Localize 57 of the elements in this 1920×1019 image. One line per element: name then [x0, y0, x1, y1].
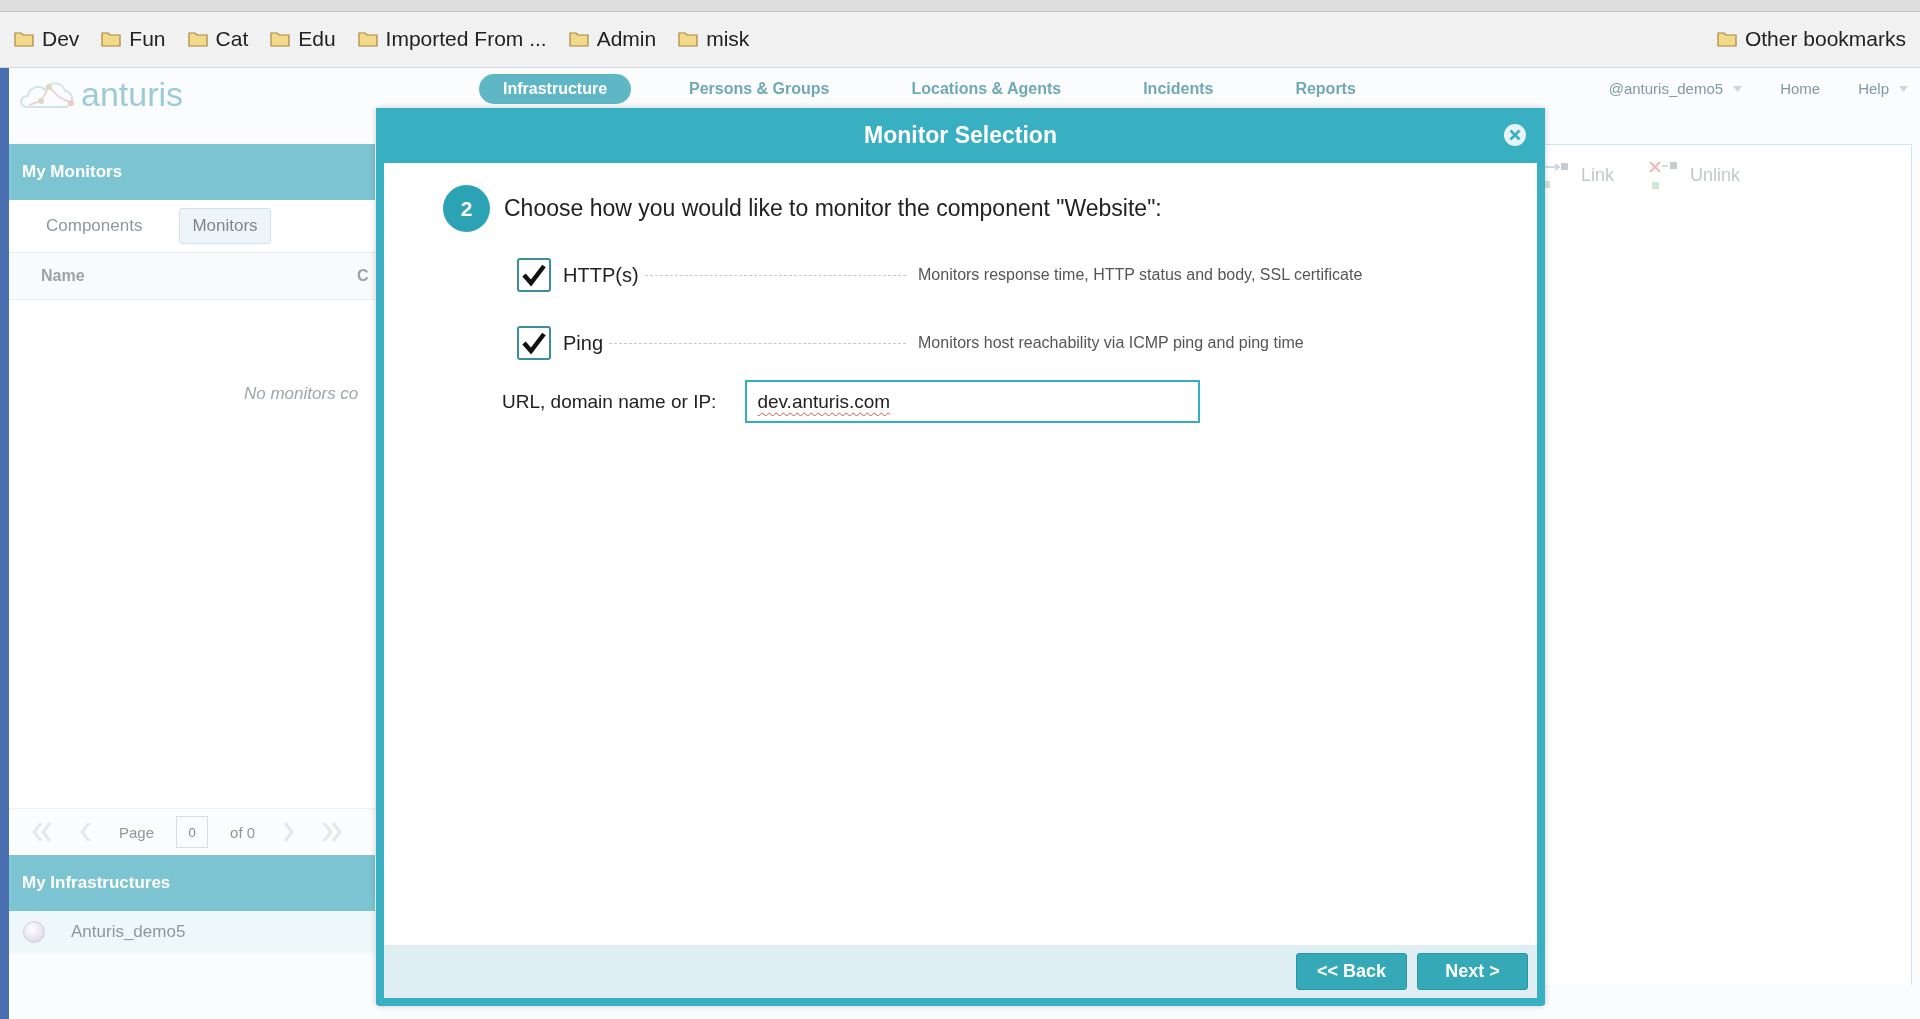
page-input[interactable]: 0: [176, 816, 209, 848]
caret-icon: [1899, 85, 1908, 92]
panel-tab[interactable]: Monitors: [179, 208, 271, 244]
link-icon: [1543, 161, 1569, 189]
folder-icon: [187, 31, 208, 47]
checkbox[interactable]: [517, 326, 551, 360]
dialog-prompt: Choose how you would like to monitor the component "Website":: [504, 195, 1162, 222]
folder-icon: [101, 31, 122, 47]
next-button[interactable]: Next >: [1417, 953, 1528, 990]
page-label: Page: [119, 823, 155, 841]
bookmark[interactable]: Cat: [187, 27, 249, 51]
bookmark[interactable]: Fun: [101, 27, 166, 51]
home-link[interactable]: Home: [1780, 80, 1821, 97]
nav-tab[interactable]: Locations & Agents: [887, 73, 1086, 104]
option-description: Monitors host reachability via ICMP ping and ping time: [918, 334, 1305, 352]
panel-header: My Monitors: [9, 144, 375, 200]
nav-tab[interactable]: Persons & Groups: [665, 73, 854, 104]
panel-header: My Infrastructures: [9, 855, 375, 911]
other-bookmarks[interactable]: Other bookmarks: [1716, 27, 1906, 51]
folder-icon: [568, 31, 589, 47]
option-label: Ping: [563, 331, 604, 355]
unlink-icon: [1648, 160, 1679, 190]
user-menu[interactable]: @anturis_demo5: [1608, 80, 1724, 97]
column-header[interactable]: C: [357, 267, 369, 285]
help-menu[interactable]: Help: [1858, 80, 1889, 97]
column-header[interactable]: Name: [41, 267, 357, 285]
folder-icon: [357, 31, 378, 47]
toolbar-button[interactable]: Link: [1543, 161, 1615, 189]
empty-message: No monitors co: [244, 384, 359, 405]
infrastructure-name: Anturis_demo5: [71, 922, 186, 942]
bookmark[interactable]: misk: [678, 27, 750, 51]
option-label: HTTP(s): [563, 263, 639, 287]
nav-tab[interactable]: Infrastructure: [479, 73, 632, 104]
bookmark[interactable]: Admin: [568, 27, 657, 51]
folder-icon: [14, 31, 34, 47]
infrastructure-row[interactable]: Anturis_demo5: [9, 911, 375, 953]
panel-tab[interactable]: Components: [33, 208, 156, 244]
dialog-title: Monitor Selection: [864, 122, 1057, 149]
bookmark[interactable]: Dev: [14, 27, 80, 51]
back-button[interactable]: << Back: [1296, 953, 1407, 990]
bookmark[interactable]: Edu: [270, 27, 336, 51]
url-input-field[interactable]: dev.anturis.com: [745, 380, 1201, 423]
checkbox[interactable]: [517, 258, 551, 292]
folder-icon: [678, 31, 699, 47]
folder-icon: [1716, 31, 1737, 47]
toolbar-button[interactable]: Unlink: [1648, 160, 1741, 190]
url-label: URL, domain name or IP:: [502, 390, 717, 413]
nav-tab[interactable]: Incidents: [1119, 73, 1238, 104]
caret-icon: [1733, 85, 1743, 92]
nav-tab[interactable]: Reports: [1271, 73, 1380, 104]
step-number: 2: [443, 185, 490, 232]
app-logo-text: anturis: [81, 75, 184, 114]
bookmark[interactable]: Imported From ...: [357, 27, 547, 51]
page-count: of 0: [230, 823, 256, 841]
folder-icon: [270, 31, 291, 47]
option-description: Monitors response time, HTTP status and body, SSL certificate: [918, 266, 1364, 284]
status-icon: [23, 921, 45, 943]
